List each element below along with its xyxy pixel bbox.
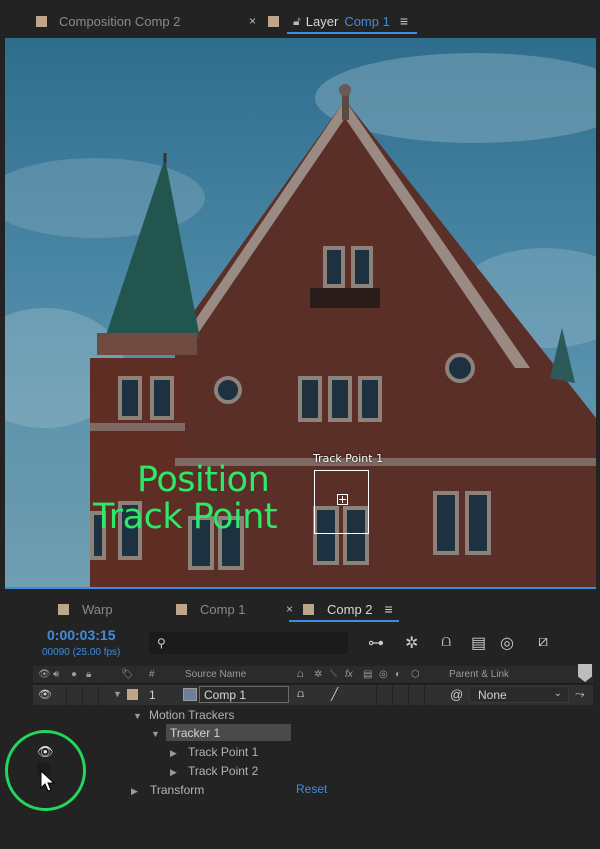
eye-toggle-icon[interactable]: 👁︎ xyxy=(38,688,52,701)
switch-cell[interactable] xyxy=(393,685,409,705)
viewer-tab-bar: Composition Comp 2 × 🔓︎ Layer Comp 1 ≡ xyxy=(0,0,600,38)
label-color-swatch xyxy=(303,603,314,615)
motion-trackers-group[interactable]: Motion Trackers xyxy=(149,708,234,722)
graph-editor-icon[interactable]: ⧄ xyxy=(538,633,548,651)
pick-whip-icon[interactable]: @ xyxy=(450,687,463,702)
column-parent-link[interactable]: Parent & Link xyxy=(449,669,509,680)
tab-layer-comp1[interactable]: 🔓︎ Layer Comp 1 ≡ xyxy=(268,10,408,32)
layer-row[interactable]: 👁︎ ▼ 1 Comp 1 ⩍ ╱ @ None ⌄ ⤳ xyxy=(33,685,593,705)
chevron-right-icon[interactable]: ▶ xyxy=(170,748,177,759)
tracker-1-item[interactable]: Tracker 1 xyxy=(170,726,220,740)
panel-menu-icon[interactable]: ≡ xyxy=(385,601,393,617)
tab-warp[interactable]: Warp xyxy=(58,598,113,620)
draft-3d-icon[interactable]: ✲ xyxy=(405,633,418,653)
panel-menu-icon[interactable]: ≡ xyxy=(400,13,408,29)
switch-cell[interactable] xyxy=(361,685,377,705)
parent-dropdown[interactable]: None ⌄ xyxy=(469,686,569,703)
solo-toggle[interactable] xyxy=(67,685,83,705)
active-tab-indicator xyxy=(287,32,417,34)
layer-number: 1 xyxy=(149,688,156,702)
label-color-swatch xyxy=(268,15,279,27)
shy-switch-icon[interactable]: ⩍ xyxy=(297,688,304,701)
motion-blur-column-icon[interactable]: ◎ xyxy=(379,669,388,680)
track-point-attach-icon[interactable] xyxy=(337,494,348,505)
label-color-swatch xyxy=(176,603,187,615)
timeline-tab-bar: Warp Comp 1 × Comp 2 ≡ xyxy=(0,597,600,623)
tab-label: Composition Comp 2 xyxy=(59,13,181,29)
highlight-circle xyxy=(5,730,86,811)
tab-layer-name: Comp 1 xyxy=(344,13,390,29)
chevron-right-icon[interactable]: ▶ xyxy=(131,786,138,797)
quality-switch-icon[interactable]: ╱ xyxy=(331,687,338,701)
lock-toggle[interactable] xyxy=(83,685,99,705)
expression-icon[interactable]: ⤳ xyxy=(575,687,585,702)
layer-search-input[interactable]: ⚲ xyxy=(149,632,348,654)
3d-layer-icon[interactable]: ⬡ xyxy=(411,669,420,680)
label-color-swatch xyxy=(58,603,69,615)
layer-name-field[interactable]: Comp 1 xyxy=(199,686,289,703)
close-icon[interactable]: × xyxy=(249,10,256,32)
collapse-icon[interactable]: ✲ xyxy=(314,669,322,680)
tab-layer-prefix: Layer xyxy=(305,13,339,29)
adjustment-layer-icon[interactable]: ◐ xyxy=(395,669,401,680)
tab-comp1[interactable]: Comp 1 xyxy=(176,598,246,620)
lock-icon[interactable]: 🔓︎ xyxy=(293,14,301,29)
reset-link[interactable]: Reset xyxy=(296,782,327,796)
track-point-2-item[interactable]: Track Point 2 xyxy=(188,764,258,778)
shy-icon[interactable]: ⩍ xyxy=(297,669,304,680)
motion-blur-icon[interactable]: ◎ xyxy=(500,633,514,653)
column-number: # xyxy=(149,669,155,680)
track-point-1-item[interactable]: Track Point 1 xyxy=(188,745,258,759)
column-source-name[interactable]: Source Name xyxy=(185,669,246,680)
column-fx[interactable]: fx xyxy=(345,669,353,680)
transform-group[interactable]: Transform xyxy=(150,783,204,797)
frame-blend-column-icon[interactable]: ▤ xyxy=(363,669,372,680)
current-time-display[interactable]: 0:00:03:15 xyxy=(47,627,116,643)
tab-comp2[interactable]: Comp 2 ≡ xyxy=(303,598,393,620)
frame-rate-display: 00090 (25.00 fps) xyxy=(42,647,121,658)
overlay-text-position: Position xyxy=(137,460,270,500)
parent-value: None xyxy=(478,688,507,702)
switch-cell[interactable] xyxy=(409,685,425,705)
lock-icon[interactable]: 🔒︎ xyxy=(86,669,91,680)
layer-label-swatch[interactable] xyxy=(127,689,138,700)
chevron-down-icon[interactable]: ▼ xyxy=(133,711,142,721)
label-color-swatch xyxy=(36,15,47,27)
tab-composition-comp2[interactable]: Composition Comp 2 xyxy=(36,10,180,32)
tab-label: Warp xyxy=(82,601,113,617)
audio-icon[interactable]: 🔊︎ xyxy=(53,669,59,680)
layer-column-header: 👁︎ 🔊︎ ● 🔒︎ 🏷︎ # Source Name ⩍ ✲ ⟍ fx ▤ ◎… xyxy=(33,666,593,684)
layer-viewer[interactable]: Position Track Point Track Point 1 xyxy=(5,38,596,589)
switch-cell[interactable] xyxy=(377,685,393,705)
tab-label: Comp 2 xyxy=(327,601,373,617)
search-icon: ⚲ xyxy=(157,636,166,650)
audio-toggle[interactable] xyxy=(51,685,67,705)
chevron-right-icon[interactable]: ▶ xyxy=(170,767,177,778)
composition-mini-flowchart-icon[interactable]: ⊶ xyxy=(368,633,384,653)
layer-name: Comp 1 xyxy=(204,688,247,702)
overlay-text-track-point: Track Point xyxy=(93,497,278,537)
frame-blending-icon[interactable]: ▤ xyxy=(471,633,486,653)
label-tag-icon[interactable]: 🏷︎ xyxy=(121,669,134,680)
viewer-bottom-border xyxy=(5,587,596,589)
chevron-down-icon: ⌄ xyxy=(553,688,562,699)
eye-icon[interactable]: 👁︎ xyxy=(38,669,51,680)
track-point-label: Track Point 1 xyxy=(313,452,384,465)
quality-icon[interactable]: ⟍ xyxy=(330,669,337,680)
shy-layers-icon[interactable]: ⩍ xyxy=(441,633,451,651)
chevron-down-icon[interactable]: ▼ xyxy=(151,729,160,739)
solo-icon[interactable]: ● xyxy=(71,669,77,680)
tab-label: Comp 1 xyxy=(200,601,246,617)
composition-icon xyxy=(183,688,197,701)
active-tab-indicator xyxy=(289,620,399,622)
chevron-down-icon[interactable]: ▼ xyxy=(113,689,122,699)
close-icon[interactable]: × xyxy=(286,598,293,620)
